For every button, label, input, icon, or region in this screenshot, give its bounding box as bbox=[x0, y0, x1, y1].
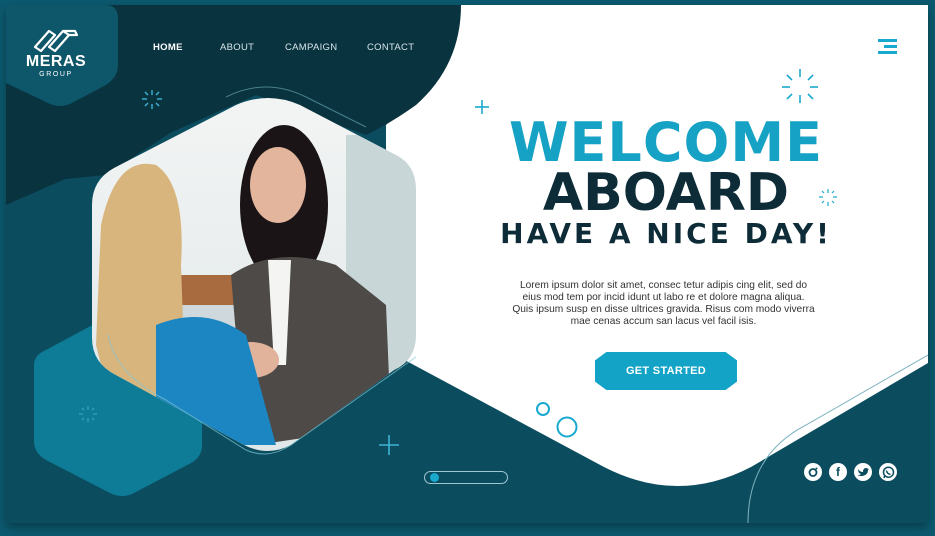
plus-icon-bottom bbox=[379, 435, 399, 455]
slide-indicator-knob[interactable] bbox=[430, 473, 440, 482]
nav-about[interactable]: ABOUT bbox=[220, 42, 254, 53]
menu-icon[interactable] bbox=[878, 39, 898, 55]
brand-name: MERAS bbox=[25, 53, 87, 70]
nav-campaign[interactable]: CAMPAIGN bbox=[285, 42, 337, 53]
brand-sub: GROUP bbox=[39, 71, 73, 78]
landing-page: MERAS GROUP HOME ABOUT CAMPAIGN CONTACT … bbox=[6, 5, 928, 523]
subtitle: HAVE A NICE DAY! bbox=[500, 217, 832, 250]
facebook-glyph: f bbox=[836, 465, 840, 479]
facebook-icon[interactable]: f bbox=[829, 463, 847, 481]
instagram-icon[interactable] bbox=[804, 463, 822, 481]
brand-logo[interactable]: MERAS GROUP bbox=[20, 25, 92, 79]
title-welcome: WELCOME bbox=[508, 111, 824, 174]
logo-mark-icon bbox=[33, 29, 79, 53]
nav-home[interactable]: HOME bbox=[153, 42, 183, 53]
twitter-icon[interactable] bbox=[854, 463, 872, 481]
get-started-button[interactable]: GET STARTED bbox=[595, 352, 737, 390]
slide-indicator[interactable] bbox=[424, 471, 508, 484]
hero-paragraph: Lorem ipsum dolor sit amet, consec tetur… bbox=[512, 280, 815, 327]
background-shapes bbox=[6, 5, 928, 523]
nav-contact[interactable]: CONTACT bbox=[367, 42, 414, 53]
hero-heading: WELCOME ABOARD HAVE A NICE DAY! bbox=[471, 111, 861, 251]
title-aboard: ABOARD bbox=[542, 163, 790, 223]
whatsapp-icon[interactable] bbox=[879, 463, 897, 481]
